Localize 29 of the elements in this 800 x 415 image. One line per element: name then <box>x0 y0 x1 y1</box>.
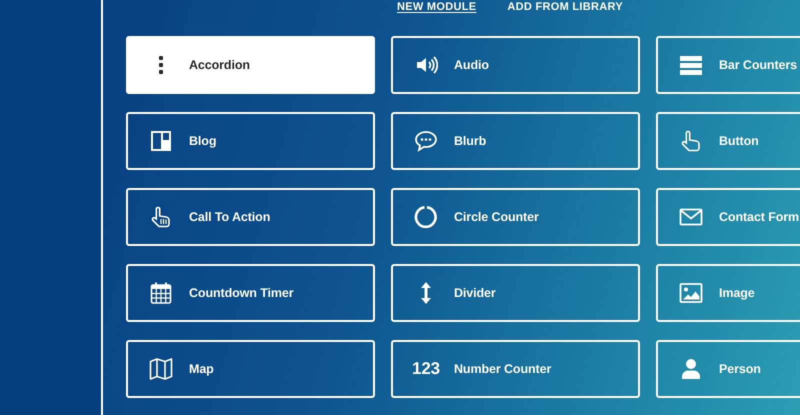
tab[interactable]: ADD FROM LIBRARY <box>507 0 623 14</box>
stacked-bars-icon <box>679 53 703 77</box>
person-icon <box>679 357 703 381</box>
module-card[interactable]: Person <box>656 340 800 398</box>
ring-icon <box>414 205 438 229</box>
map-icon <box>149 357 173 381</box>
calendar-icon <box>149 281 173 305</box>
pointing-hand-icon <box>679 129 703 153</box>
module-card[interactable]: Blurb <box>391 112 640 170</box>
module-card[interactable]: Countdown Timer <box>126 264 375 322</box>
vertical-dots-icon <box>158 55 164 75</box>
module-card[interactable]: 123 Number Counter <box>391 340 640 398</box>
module-card[interactable]: Contact Form <box>656 188 800 246</box>
tab[interactable]: NEW MODULE <box>397 0 476 14</box>
module-card[interactable]: Accordion <box>126 36 375 94</box>
module-card[interactable]: Image <box>656 264 800 322</box>
image-icon <box>679 281 703 305</box>
module-card[interactable]: Button <box>656 112 800 170</box>
module-card[interactable]: Bar Counters <box>656 36 800 94</box>
module-card[interactable]: Blog <box>126 112 375 170</box>
module-card[interactable]: Map <box>126 340 375 398</box>
layout-icon <box>149 129 173 153</box>
module-card[interactable]: Circle Counter <box>391 188 640 246</box>
speech-bubble-icon <box>414 129 438 153</box>
module-card[interactable]: Divider <box>391 264 640 322</box>
module-card[interactable]: Audio <box>391 36 640 94</box>
module-card[interactable]: Call To Action <box>126 188 375 246</box>
hand-icon <box>149 205 173 229</box>
number-symbol: 123 <box>412 359 440 379</box>
